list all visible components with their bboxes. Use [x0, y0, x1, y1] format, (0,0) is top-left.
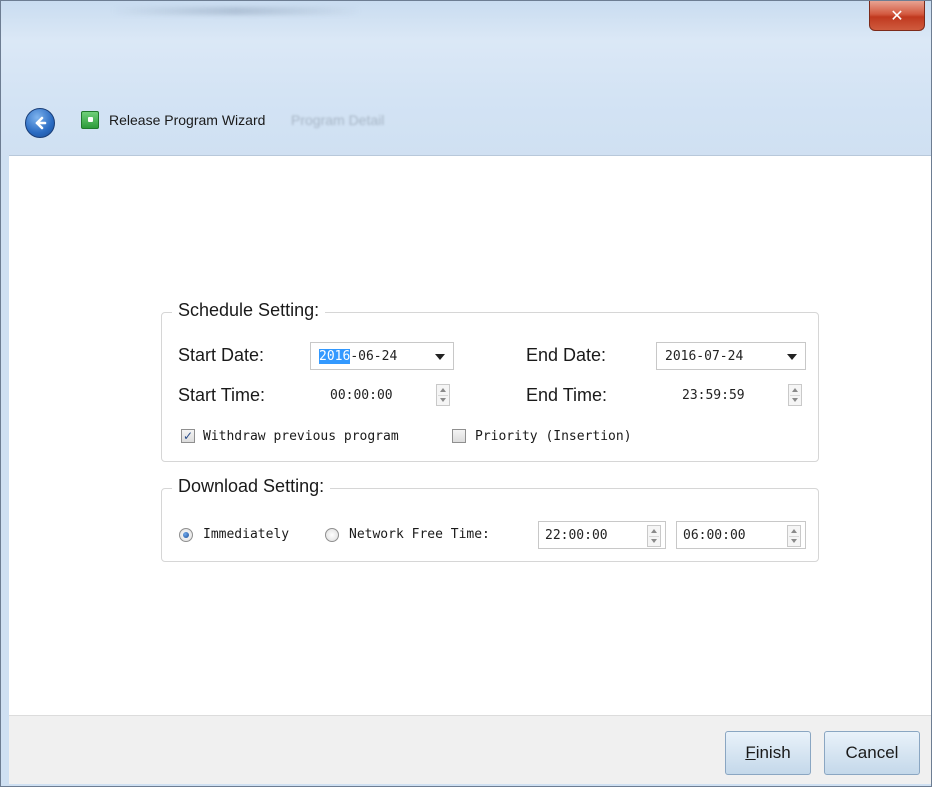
start-date-picker[interactable]: 2016-06-24: [310, 342, 454, 370]
background-window-title: Program Detail: [291, 112, 385, 128]
wizard-window: ✕ Release Program Wizard Program Detail …: [0, 0, 932, 787]
free-time-end-spinner[interactable]: [787, 525, 801, 547]
app-icon: [81, 111, 99, 129]
end-date-value: 2016-07-24: [665, 348, 744, 364]
free-time-start-value: 22:00:00: [545, 527, 608, 543]
withdraw-previous-checkbox[interactable]: ✓: [181, 429, 195, 443]
start-date-value: -06-24: [350, 348, 398, 364]
free-time-start-spinner[interactable]: [647, 525, 661, 547]
checkmark-icon: ✓: [182, 429, 194, 443]
finish-button[interactable]: Finish: [725, 731, 811, 775]
free-time-end-field[interactable]: 06:00:00: [676, 521, 806, 549]
end-time-label: End Time:: [526, 385, 608, 405]
start-date-label: Start Date:: [178, 345, 265, 365]
wizard-footer: Finish Cancel: [9, 715, 931, 784]
close-button[interactable]: ✕: [869, 1, 925, 31]
schedule-setting-group: Schedule Setting: Start Date: 2016-06-24…: [161, 300, 819, 462]
priority-insertion-checkbox[interactable]: [452, 429, 466, 443]
download-setting-title: Download Setting:: [172, 476, 331, 497]
end-time-spinner[interactable]: [788, 384, 802, 406]
end-date-label: End Date:: [526, 345, 607, 365]
end-time-value: 23:59:59: [682, 387, 745, 403]
back-arrow-icon: [35, 116, 47, 130]
end-time-field[interactable]: 23:59:59: [670, 381, 806, 409]
free-time-end-value: 06:00:00: [683, 527, 746, 543]
finish-label: inish: [755, 743, 791, 762]
start-time-label: Start Time:: [178, 385, 266, 405]
wizard-header: Release Program Wizard Program Detail: [1, 91, 931, 155]
cancel-label: Cancel: [845, 743, 899, 762]
download-setting-group: Download Setting: Immediately Network Fr…: [161, 476, 819, 562]
wizard-content: Schedule Setting: Start Date: 2016-06-24…: [9, 155, 931, 716]
back-button[interactable]: [25, 108, 55, 138]
chevron-down-icon: [787, 354, 797, 360]
withdraw-previous-label[interactable]: Withdraw previous program: [203, 429, 399, 444]
start-time-spinner[interactable]: [436, 384, 450, 406]
cancel-button[interactable]: Cancel: [824, 731, 920, 775]
network-free-time-radio[interactable]: [325, 528, 339, 542]
priority-insertion-label[interactable]: Priority (Insertion): [475, 429, 632, 444]
end-date-picker[interactable]: 2016-07-24: [656, 342, 806, 370]
title-bar: ✕: [1, 1, 931, 41]
chevron-down-icon: [435, 354, 445, 360]
free-time-start-field[interactable]: 22:00:00: [538, 521, 666, 549]
immediately-radio[interactable]: [179, 528, 193, 542]
immediately-label[interactable]: Immediately: [203, 527, 289, 542]
start-time-value: 00:00:00: [330, 387, 393, 403]
finish-mnemonic: F: [745, 743, 756, 762]
wizard-title: Release Program Wizard: [109, 112, 266, 128]
blurred-title-text: [111, 7, 361, 15]
schedule-setting-title: Schedule Setting:: [172, 300, 326, 321]
start-date-year-selection: 2016: [319, 348, 351, 364]
close-icon: ✕: [890, 7, 904, 25]
start-time-field[interactable]: 00:00:00: [322, 381, 454, 409]
network-free-time-label[interactable]: Network Free Time:: [349, 527, 490, 542]
